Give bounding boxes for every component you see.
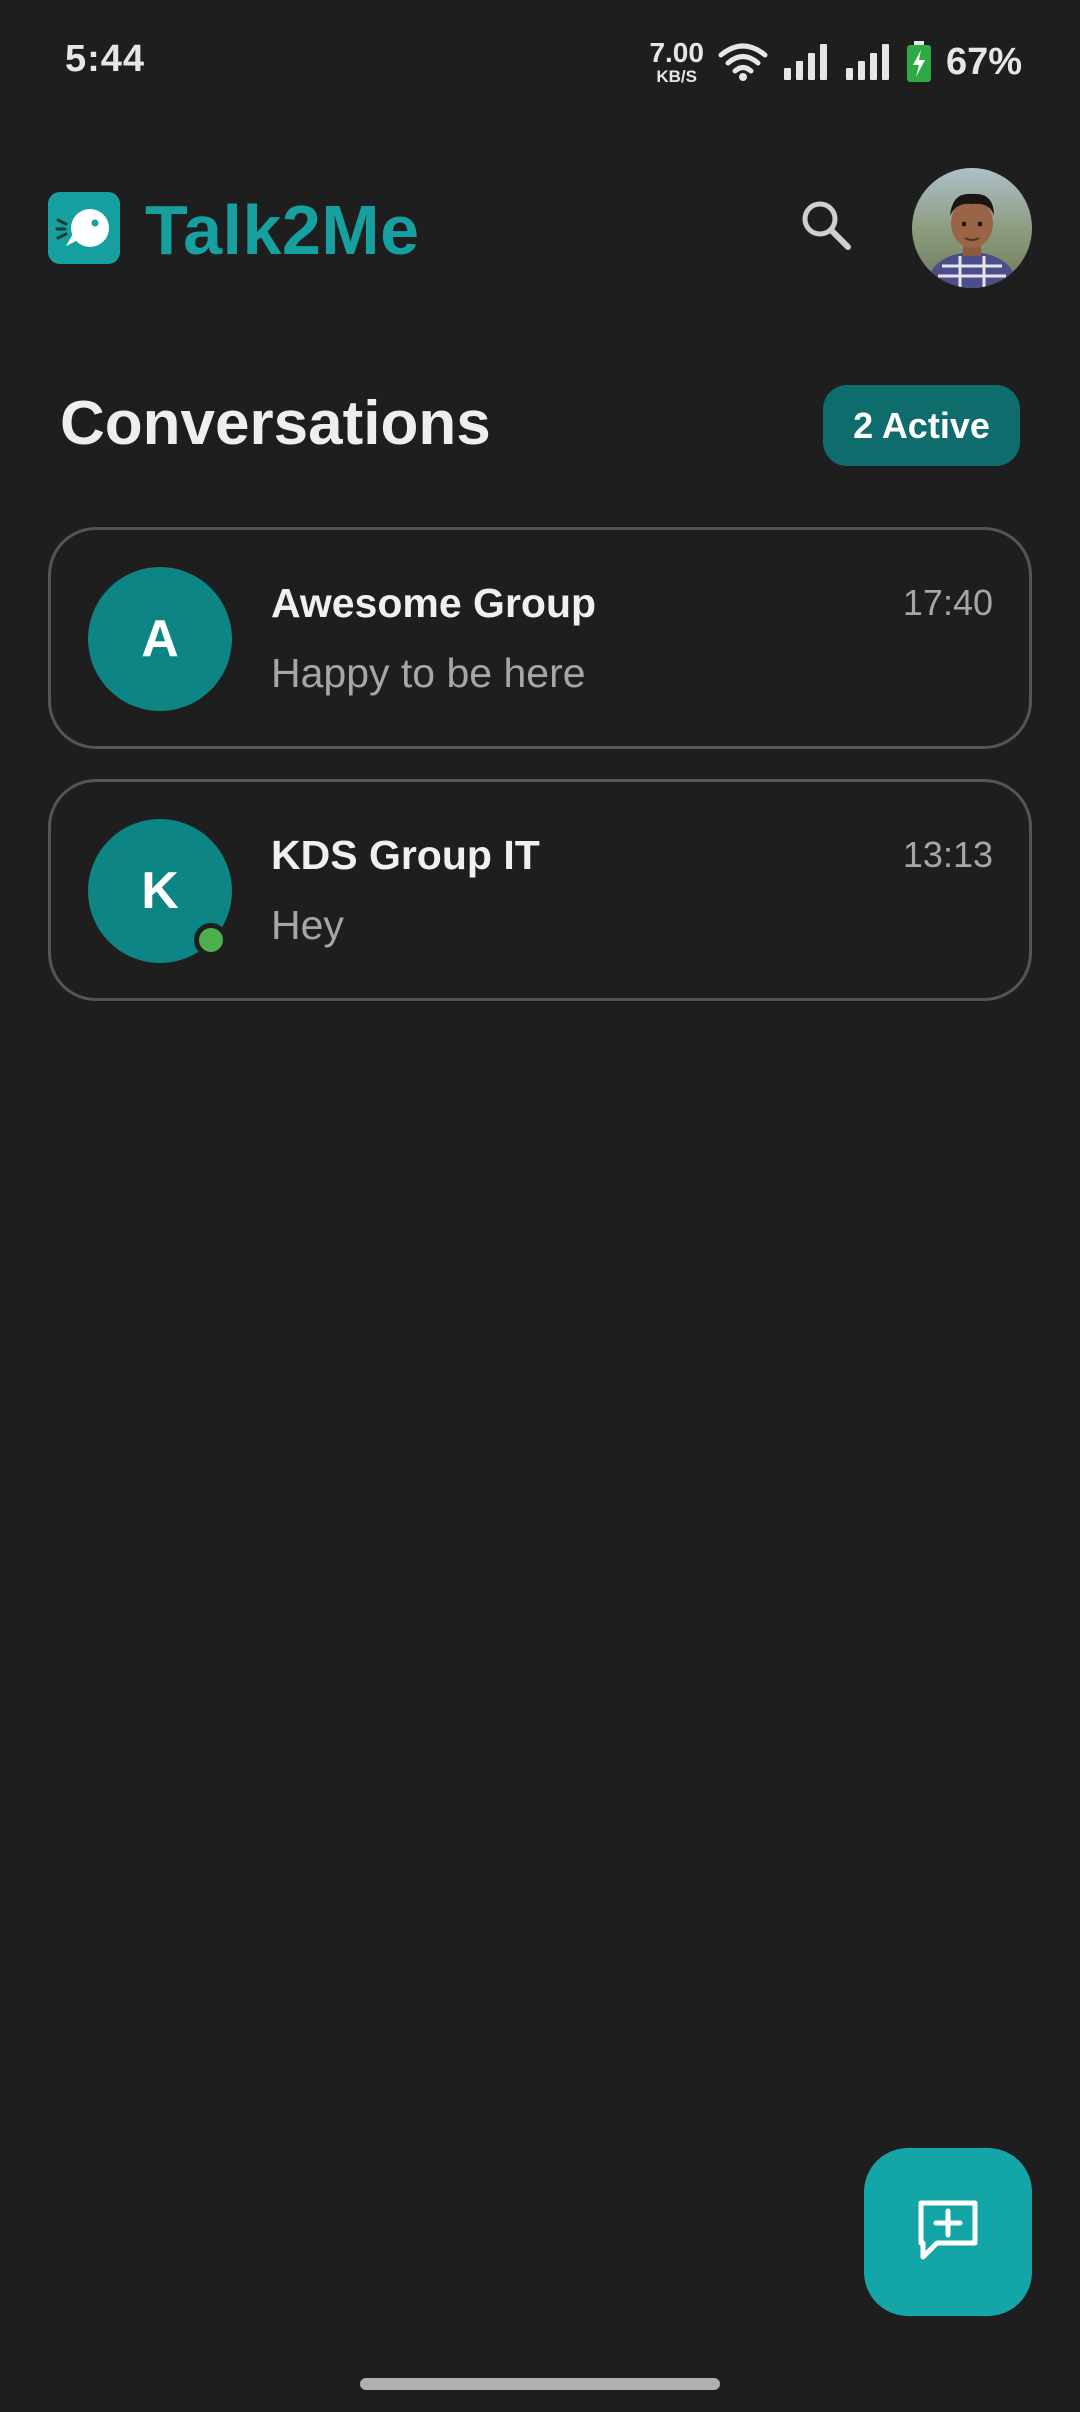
chat-bubble-logo-icon [48, 192, 120, 264]
network-speed-value: 7.00 [649, 37, 704, 68]
search-icon [799, 198, 853, 257]
conversation-name: KDS Group IT [271, 832, 540, 878]
conversation-avatar: A [88, 567, 232, 711]
signal-icon [782, 42, 830, 82]
conversation-list: A Awesome Group Happy to be here 17:40 K… [48, 527, 1032, 1031]
conversation-item[interactable]: K KDS Group IT Hey 13:13 [48, 779, 1032, 1001]
online-status-dot [194, 923, 228, 957]
page-title: Conversations [60, 389, 491, 458]
wifi-icon [718, 42, 768, 82]
signal-icon [844, 42, 892, 82]
profile-avatar[interactable] [912, 168, 1032, 288]
screen: 5:44 7.00 KB/S 67% Talk2Me Conversations… [0, 0, 1080, 2412]
home-indicator[interactable] [360, 2378, 720, 2390]
conversation-time: 17:40 [902, 582, 993, 623]
status-icons: 7.00 KB/S 67% [649, 38, 1022, 86]
conversation-last-message: Happy to be here [271, 650, 586, 696]
status-time: 5:44 [65, 38, 146, 80]
conversation-name: Awesome Group [271, 580, 597, 626]
search-button[interactable] [795, 196, 857, 258]
active-count-badge: 2 Active [823, 385, 1020, 466]
conversation-time: 13:13 [902, 834, 993, 875]
battery-charging-icon [906, 41, 932, 83]
app-bar: Talk2Me [0, 160, 1080, 290]
new-chat-button[interactable] [864, 2148, 1032, 2316]
battery-percent: 67% [945, 40, 1022, 83]
network-speed: 7.00 KB/S [649, 37, 704, 86]
network-speed-unit: KB/S [656, 67, 697, 86]
app-title: Talk2Me [145, 191, 420, 269]
conversation-item[interactable]: A Awesome Group Happy to be here 17:40 [48, 527, 1032, 749]
conversation-last-message: Hey [271, 902, 344, 948]
status-bar: 5:44 7.00 KB/S 67% [0, 0, 1080, 120]
new-chat-icon [915, 2197, 981, 2268]
